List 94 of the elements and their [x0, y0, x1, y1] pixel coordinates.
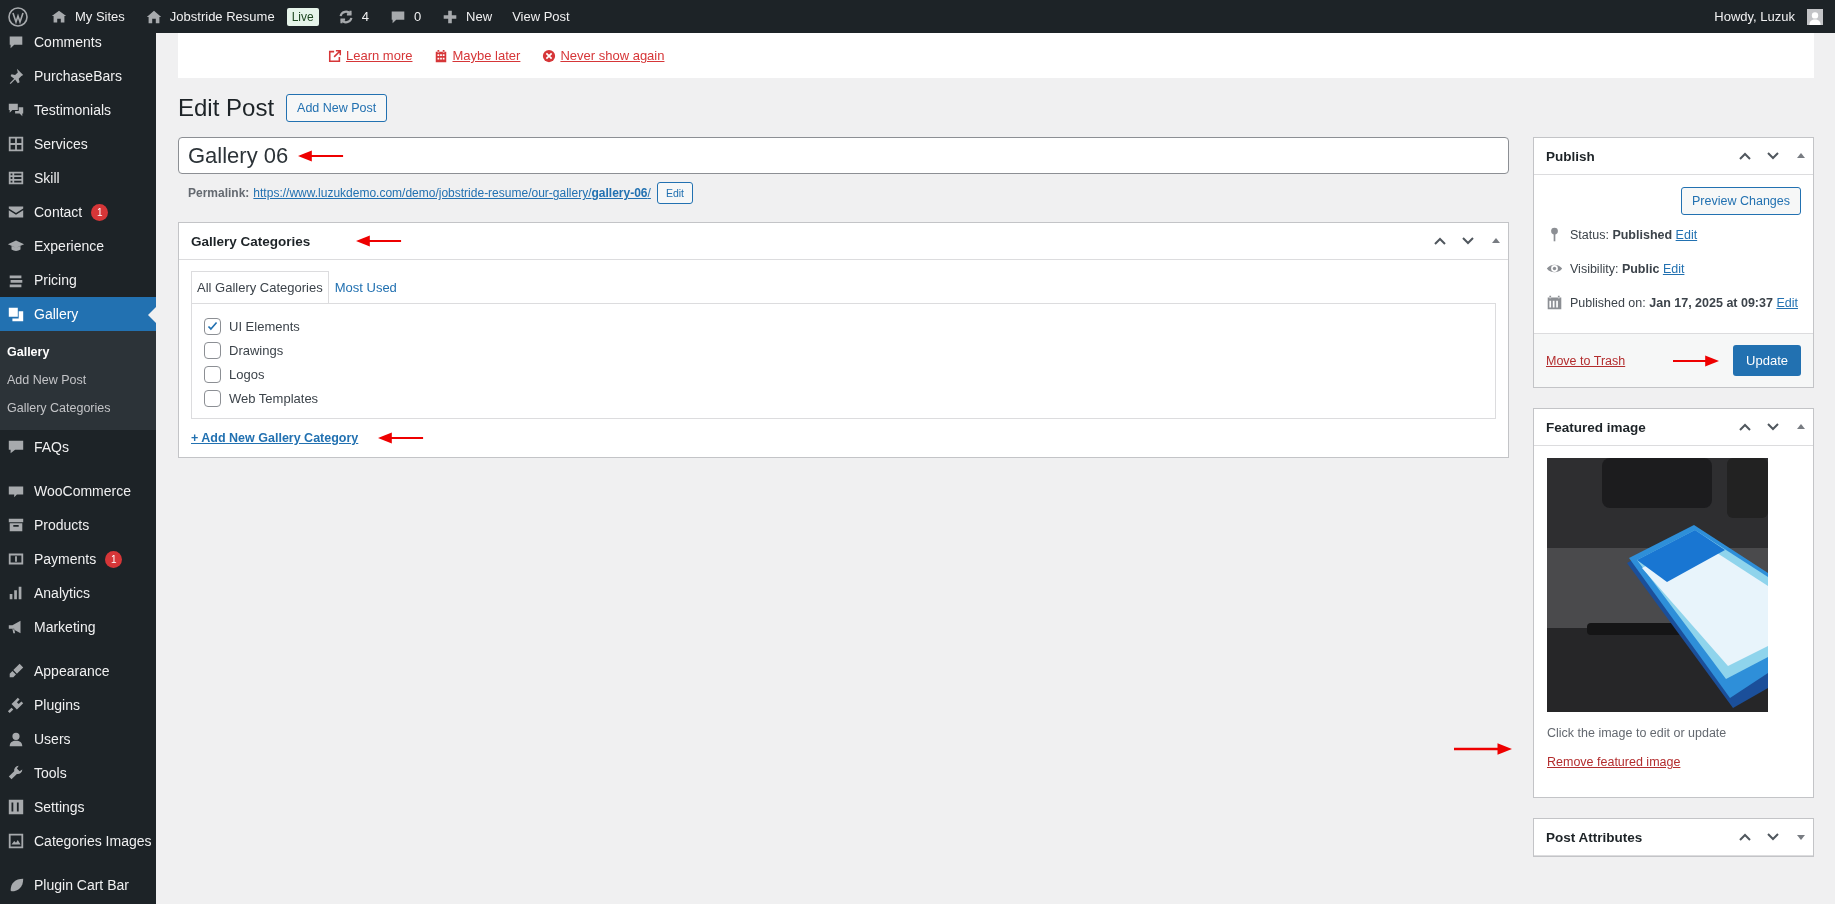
caption-text: Click the image to edit or update: [1547, 726, 1728, 740]
box-title: Gallery Categories: [191, 233, 311, 249]
avatar-icon[interactable]: [1807, 8, 1823, 25]
checkbox[interactable]: [204, 389, 221, 407]
notice-link[interactable]: Learn more: [328, 48, 413, 63]
user-icon: [7, 730, 25, 748]
menu-item[interactable]: Users: [0, 722, 156, 756]
menu-item[interactable]: FAQs: [0, 430, 156, 464]
image-icon: [7, 832, 25, 850]
grid-icon: [7, 135, 25, 153]
menu-item[interactable]: PurchaseBars: [0, 59, 156, 93]
publish-info-text: Visibility: Public Edit: [1570, 261, 1685, 278]
preview-changes-button[interactable]: Preview Changes: [1681, 187, 1801, 215]
list-icon: [7, 169, 25, 187]
checkbox-label: Logos: [229, 366, 265, 382]
remove-image-link[interactable]: Remove featured image: [1547, 755, 1681, 769]
category-tab[interactable]: Most Used: [328, 271, 403, 303]
pin-icon: [7, 67, 25, 85]
external-link-icon: [328, 48, 342, 63]
annotation-arrow: [1454, 742, 1512, 756]
edit-link[interactable]: Edit: [1675, 228, 1698, 242]
box-title: Publish: [1546, 148, 1595, 164]
admin-bar-link[interactable]: View Post: [504, 9, 578, 24]
menu-item[interactable]: Testimonials: [0, 93, 156, 127]
box-title: Post Attributes: [1546, 829, 1643, 845]
annotation-arrow: [378, 431, 425, 445]
brush-icon: [7, 662, 25, 680]
annotation-arrow: [356, 234, 403, 248]
annotation-arrow: [1673, 353, 1720, 368]
notice-link[interactable]: Maybe later: [434, 48, 521, 63]
checkbox-label: UI Elements: [229, 318, 300, 334]
wrench-icon: [7, 764, 25, 782]
menu-item[interactable]: Contact 1: [0, 195, 156, 229]
checkbox[interactable]: [204, 317, 221, 335]
admin-bar-link[interactable]: 4: [328, 7, 377, 26]
image-icon: [7, 305, 25, 323]
menu-item[interactable]: Payments 1: [0, 542, 156, 576]
menu-item[interactable]: Plugin Cart Bar: [0, 868, 156, 902]
publish-info-text: Published on: Jan 17, 2025 at 09:37 Edit: [1570, 295, 1798, 312]
menu-item[interactable]: Pricing: [0, 263, 156, 297]
admin-bar-link[interactable]: My Sites: [42, 7, 133, 26]
count-badge: 1: [91, 203, 109, 221]
menu-item[interactable]: Marketing: [0, 610, 156, 644]
close-icon: [542, 48, 557, 63]
edit-link[interactable]: Edit: [1776, 296, 1798, 310]
notice-link[interactable]: Never show again: [542, 48, 665, 63]
menu-item[interactable]: Gallery: [0, 297, 156, 331]
permalink-label: Permalink:: [188, 186, 250, 200]
menu-item[interactable]: Categories Images: [0, 824, 156, 858]
menu-item[interactable]: WooCommerce: [0, 474, 156, 508]
checkbox[interactable]: [204, 365, 221, 383]
calendar-icon: [434, 48, 449, 63]
count-badge: 1: [105, 550, 123, 568]
permalink-link[interactable]: https://www.luzukdemo.com/demo/jobstride-resume/our-gallery/gallery-06/: [253, 186, 651, 200]
title-field[interactable]: Gallery 06: [178, 137, 1509, 174]
current-pointer: [148, 307, 156, 323]
admin-bar-link[interactable]: New: [433, 7, 501, 26]
add-category-link[interactable]: + Add New Gallery Category: [191, 431, 359, 445]
greeting-text[interactable]: Howdy, Luzuk: [1706, 9, 1803, 24]
menu-item[interactable]: Comments: [0, 33, 156, 59]
category-tab[interactable]: All Gallery Categories: [191, 271, 329, 303]
menu-item[interactable]: Skill: [0, 161, 156, 195]
move-to-trash-link[interactable]: Move to Trash: [1546, 353, 1626, 368]
chat-icon: [7, 438, 25, 456]
admin-bar-link[interactable]: 0: [380, 7, 430, 26]
menu-item[interactable]: Products: [0, 508, 156, 542]
checkmark-icon: [206, 319, 219, 333]
box-title: Featured image: [1546, 419, 1646, 435]
submenu-item[interactable]: Gallery Categories: [0, 394, 156, 422]
annotation-arrow: [298, 149, 344, 163]
menu-item[interactable]: Appearance: [0, 654, 156, 688]
submenu-item[interactable]: Gallery: [0, 338, 156, 366]
publish-info-text: Status: Published Edit: [1570, 227, 1698, 244]
edit-permalink-button[interactable]: Edit: [656, 182, 693, 204]
submenu-item[interactable]: Add New Post: [0, 366, 156, 394]
archive-icon: [7, 516, 25, 534]
checkbox-label: Drawings: [229, 342, 284, 358]
menu-item[interactable]: Analytics: [0, 576, 156, 610]
menu-item[interactable]: Plugins: [0, 688, 156, 722]
live-badge: Live: [286, 7, 319, 26]
add-new-post-button[interactable]: Add New Post: [286, 94, 388, 122]
wordpress-logo-icon[interactable]: [8, 6, 28, 27]
menu-item[interactable]: Tools: [0, 756, 156, 790]
update-button[interactable]: Update: [1733, 345, 1801, 376]
edit-link[interactable]: Edit: [1662, 262, 1685, 276]
menu-item[interactable]: Experience: [0, 229, 156, 263]
menu-item[interactable]: Settings: [0, 790, 156, 824]
checkbox-label: Web Templates: [229, 390, 319, 406]
menu-item[interactable]: Services: [0, 127, 156, 161]
page-heading: Edit Post: [178, 94, 275, 122]
plug-icon: [7, 696, 25, 714]
checkbox[interactable]: [204, 341, 221, 359]
admin-bar-link[interactable]: Jobstride Resume: [136, 7, 283, 26]
calendar-icon: [1546, 294, 1563, 311]
